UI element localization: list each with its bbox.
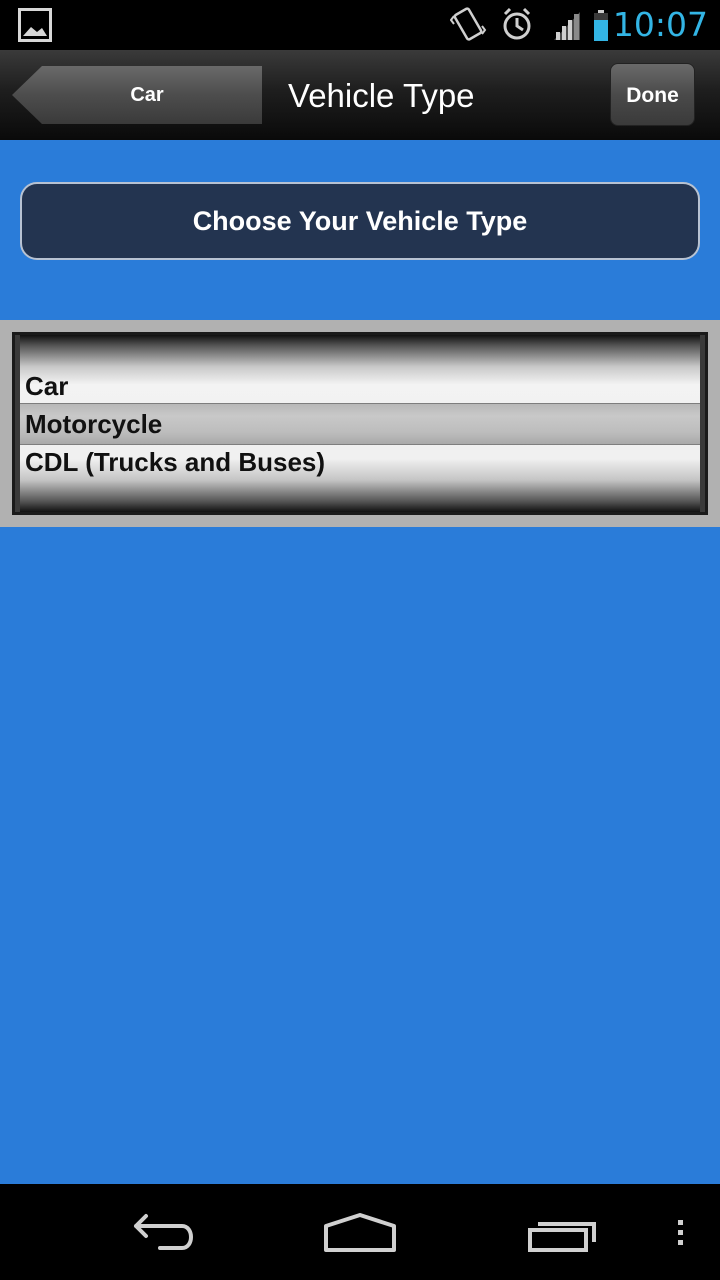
overflow-menu-icon [678,1220,683,1245]
picker-right-edge [700,335,705,512]
alarm-icon [503,7,531,40]
picker-option-cdl[interactable]: CDL (Trucks and Buses) [23,442,697,482]
vibrate-icon [450,7,487,41]
picker-left-edge [15,335,20,512]
choose-vehicle-type-button[interactable]: Choose Your Vehicle Type [20,182,700,260]
nav-recent-apps-button[interactable] [510,1184,610,1280]
nav-overflow-menu-button[interactable] [660,1184,700,1280]
gallery-icon [18,8,52,42]
back-icon [134,1214,193,1250]
picker-frame: Car Motorcycle CDL (Trucks and Buses) [0,320,720,527]
picker-option-car[interactable]: Car [23,366,697,406]
picker-option-motorcycle[interactable]: Motorcycle [23,404,697,444]
nav-home-button[interactable] [310,1184,410,1280]
back-button-label: Car [130,84,164,106]
done-button[interactable]: Done [610,63,695,126]
recent-apps-icon [528,1222,596,1252]
status-time: 10:07 [612,5,708,44]
battery-icon [594,10,608,41]
status-bar: 10:07 [0,0,720,50]
navigation-bar [0,1184,720,1280]
back-button[interactable]: Car [12,66,262,124]
nav-back-button[interactable] [110,1184,210,1280]
home-icon [324,1213,396,1252]
status-icons [450,7,608,41]
vehicle-type-picker[interactable]: Car Motorcycle CDL (Trucks and Buses) [12,332,708,515]
signal-icon [554,12,580,40]
page-title: Vehicle Type [288,77,475,114]
action-bar: Car Vehicle Type Done [0,50,720,140]
